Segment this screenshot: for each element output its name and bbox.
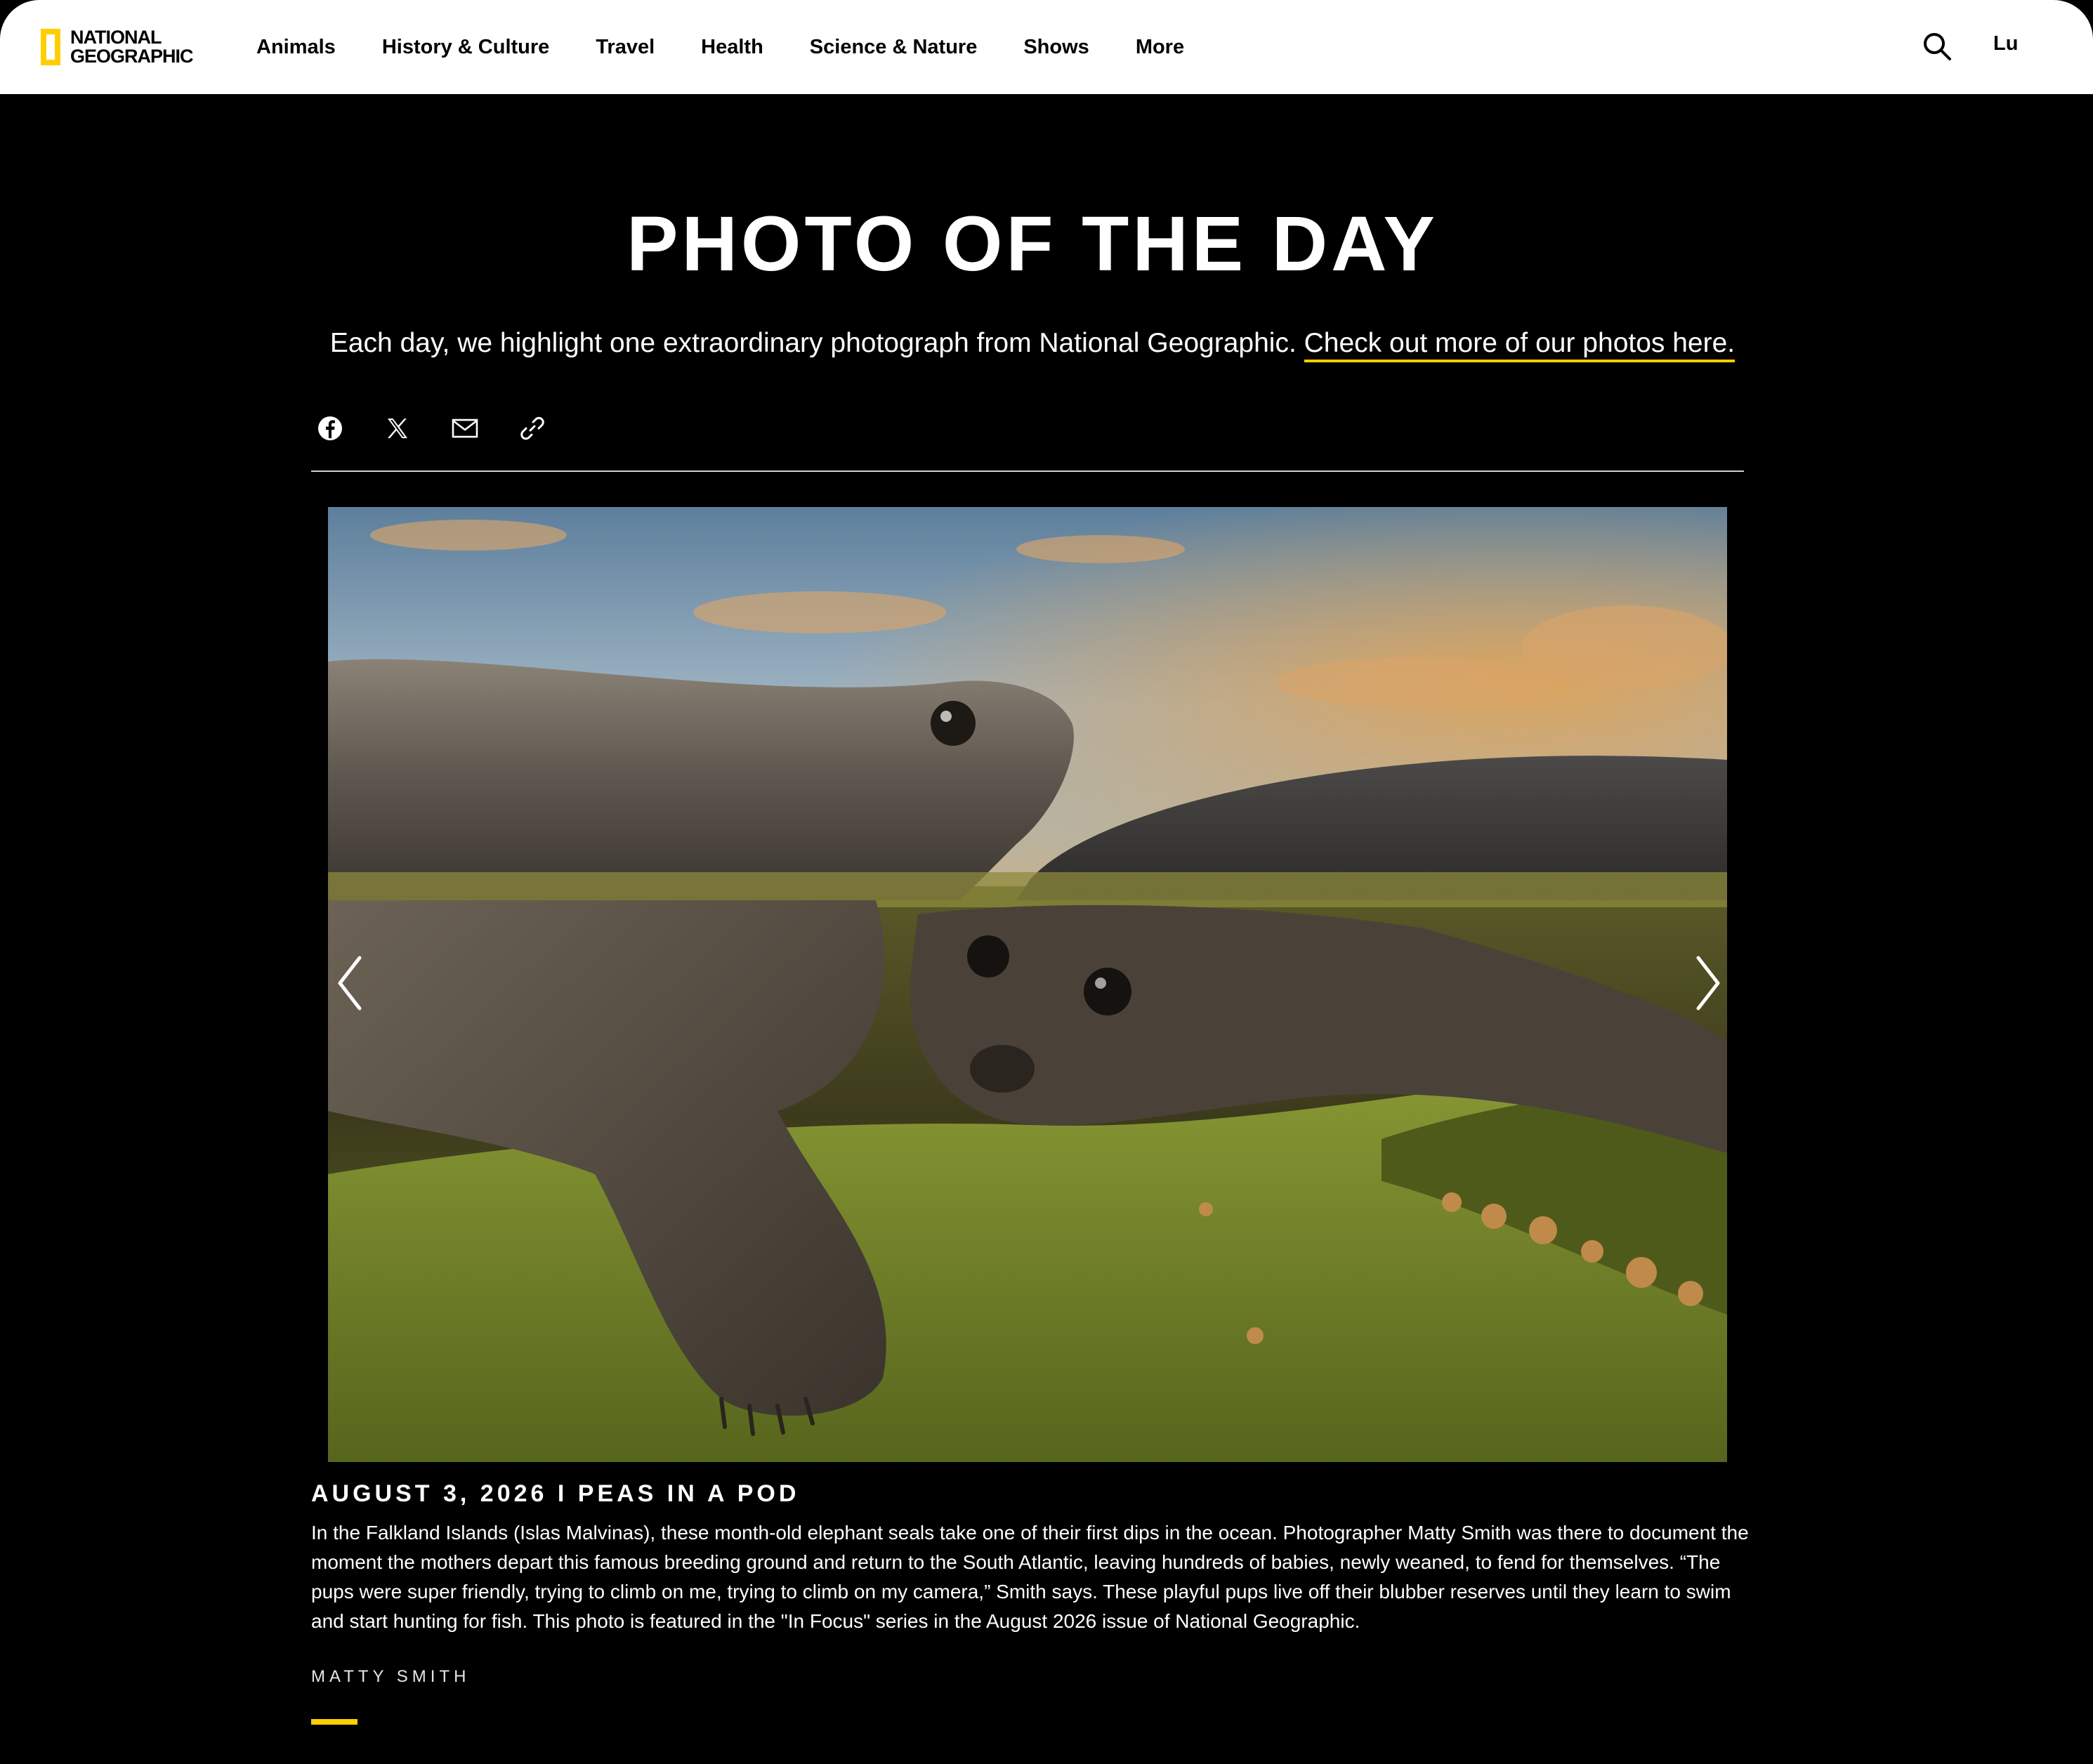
photo-credit: MATTY SMITH [311,1667,471,1686]
nav-travel[interactable]: Travel [596,36,655,59]
page-intro: Each day, we highlight one extraordinary… [0,324,2065,362]
nav-animals[interactable]: Animals [256,36,336,59]
nav-history-culture[interactable]: History & Culture [382,36,549,59]
page-title: PHOTO OF THE DAY [626,201,1438,287]
link-icon[interactable] [511,407,553,449]
yellow-accent-bar [311,1719,357,1725]
yellow-border-icon [41,29,60,65]
page-frame: NATIONAL GEOGRAPHIC Animals History & Cu… [0,0,2093,1764]
search-icon[interactable] [1922,31,1953,62]
photo-caption-title: AUGUST 3, 2026 I PEAS IN A POD [311,1480,800,1507]
facebook-icon[interactable] [309,407,351,449]
main-nav: Animals History & Culture Travel Health … [256,0,1231,94]
nav-science-nature[interactable]: Science & Nature [810,36,978,59]
share-bar [309,407,579,449]
logo-line-2: GEOGRAPHIC [70,46,194,67]
logo-line-1: NATIONAL [70,27,162,48]
chevron-left-icon[interactable] [330,948,372,1018]
nav-more[interactable]: More [1136,36,1184,59]
email-icon[interactable] [444,407,486,449]
featured-photo [328,507,1727,1462]
site-header: NATIONAL GEOGRAPHIC Animals History & Cu… [0,0,2093,94]
nav-shows[interactable]: Shows [1023,36,1089,59]
nav-health[interactable]: Health [701,36,763,59]
intro-text: Each day, we highlight one extraordinary… [329,328,1297,358]
more-photos-link[interactable]: Check out more of our photos here. [1304,328,1736,362]
user-account-button[interactable]: Lu [1993,32,2018,55]
section-divider [311,470,1744,472]
photo-caption-body: In the Falkland Islands (Islas Malvinas)… [311,1522,1749,1632]
x-icon[interactable] [376,407,419,449]
chevron-right-icon[interactable] [1686,948,1728,1018]
natgeo-logo[interactable]: NATIONAL GEOGRAPHIC [41,24,194,70]
